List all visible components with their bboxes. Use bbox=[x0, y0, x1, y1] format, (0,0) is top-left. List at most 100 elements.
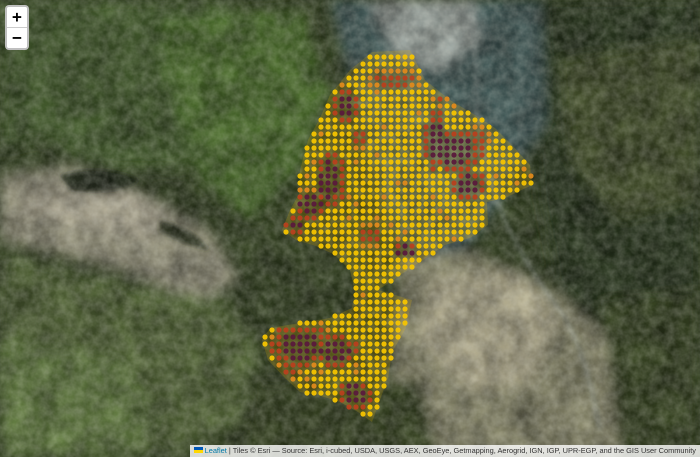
heat-point bbox=[367, 376, 373, 382]
heat-point bbox=[325, 138, 331, 144]
heat-point bbox=[297, 173, 303, 179]
heat-point bbox=[402, 250, 408, 256]
heat-point bbox=[416, 173, 422, 179]
heat-point bbox=[465, 124, 471, 130]
heat-point bbox=[486, 166, 492, 172]
heat-point bbox=[374, 327, 380, 333]
heat-point bbox=[325, 180, 331, 186]
heat-point bbox=[290, 362, 296, 368]
heat-point bbox=[360, 327, 366, 333]
heat-point bbox=[409, 166, 415, 172]
heat-point bbox=[318, 187, 324, 193]
heat-point bbox=[451, 215, 457, 221]
heat-point bbox=[367, 201, 373, 207]
heat-point bbox=[388, 194, 394, 200]
heat-point bbox=[402, 257, 408, 263]
heat-point bbox=[353, 187, 359, 193]
heat-point bbox=[381, 75, 387, 81]
map-view[interactable]: + − Leaflet | Tiles © Esri — Source: Esr… bbox=[0, 0, 700, 457]
heat-point bbox=[367, 82, 373, 88]
heat-point bbox=[437, 117, 443, 123]
heat-point bbox=[374, 96, 380, 102]
heat-point bbox=[353, 299, 359, 305]
heat-point bbox=[430, 243, 436, 249]
heat-point bbox=[346, 215, 352, 221]
heat-point bbox=[444, 138, 450, 144]
heat-point bbox=[458, 117, 464, 123]
heat-point bbox=[409, 82, 415, 88]
heat-point bbox=[388, 110, 394, 116]
heat-point bbox=[332, 383, 338, 389]
heat-point bbox=[395, 215, 401, 221]
heat-point bbox=[353, 96, 359, 102]
heat-point bbox=[353, 222, 359, 228]
heat-point bbox=[360, 159, 366, 165]
heat-point bbox=[395, 152, 401, 158]
heat-point bbox=[374, 138, 380, 144]
heat-point bbox=[479, 145, 485, 151]
heat-point bbox=[360, 299, 366, 305]
heat-point bbox=[444, 180, 450, 186]
heat-point bbox=[353, 341, 359, 347]
heat-point bbox=[367, 271, 373, 277]
heat-point bbox=[402, 236, 408, 242]
heat-point bbox=[437, 180, 443, 186]
heat-point bbox=[318, 362, 324, 368]
heat-point bbox=[325, 320, 331, 326]
heat-point bbox=[493, 145, 499, 151]
heat-point bbox=[304, 376, 310, 382]
heat-point bbox=[416, 250, 422, 256]
heat-point bbox=[395, 306, 401, 312]
zoom-out-button[interactable]: − bbox=[7, 27, 27, 48]
heat-point bbox=[444, 194, 450, 200]
heat-point bbox=[360, 173, 366, 179]
heat-point bbox=[423, 145, 429, 151]
heat-point bbox=[367, 138, 373, 144]
heat-point bbox=[360, 145, 366, 151]
heat-point bbox=[353, 320, 359, 326]
heat-point bbox=[360, 152, 366, 158]
heat-point bbox=[458, 159, 464, 165]
heat-point bbox=[353, 68, 359, 74]
heat-point bbox=[409, 236, 415, 242]
heat-point bbox=[423, 96, 429, 102]
heat-point bbox=[451, 173, 457, 179]
heat-point bbox=[318, 194, 324, 200]
heat-point bbox=[332, 341, 338, 347]
heat-point bbox=[339, 124, 345, 130]
heat-point bbox=[304, 341, 310, 347]
heat-point bbox=[360, 383, 366, 389]
heat-point bbox=[311, 348, 317, 354]
heat-point bbox=[339, 390, 345, 396]
heat-point bbox=[402, 124, 408, 130]
heat-point bbox=[269, 334, 275, 340]
heat-point bbox=[514, 187, 520, 193]
heat-point bbox=[458, 145, 464, 151]
heat-point bbox=[374, 341, 380, 347]
zoom-in-button[interactable]: + bbox=[7, 7, 27, 27]
heat-point bbox=[374, 89, 380, 95]
heat-point bbox=[318, 138, 324, 144]
heat-point bbox=[395, 243, 401, 249]
leaflet-link[interactable]: Leaflet bbox=[205, 446, 227, 455]
heat-point bbox=[381, 117, 387, 123]
heat-point bbox=[346, 348, 352, 354]
heat-point bbox=[395, 271, 401, 277]
heat-point bbox=[332, 397, 338, 403]
heat-point bbox=[311, 376, 317, 382]
heat-point bbox=[402, 264, 408, 270]
heat-point bbox=[311, 180, 317, 186]
heat-point bbox=[388, 152, 394, 158]
heat-point bbox=[374, 306, 380, 312]
heat-point bbox=[486, 131, 492, 137]
heat-point bbox=[360, 68, 366, 74]
heat-point bbox=[451, 208, 457, 214]
heat-point bbox=[367, 390, 373, 396]
heat-point bbox=[374, 334, 380, 340]
heat-point bbox=[395, 320, 401, 326]
heat-point bbox=[367, 306, 373, 312]
heat-point bbox=[332, 313, 338, 319]
heat-point bbox=[402, 166, 408, 172]
heat-point bbox=[388, 236, 394, 242]
heat-point bbox=[339, 313, 345, 319]
